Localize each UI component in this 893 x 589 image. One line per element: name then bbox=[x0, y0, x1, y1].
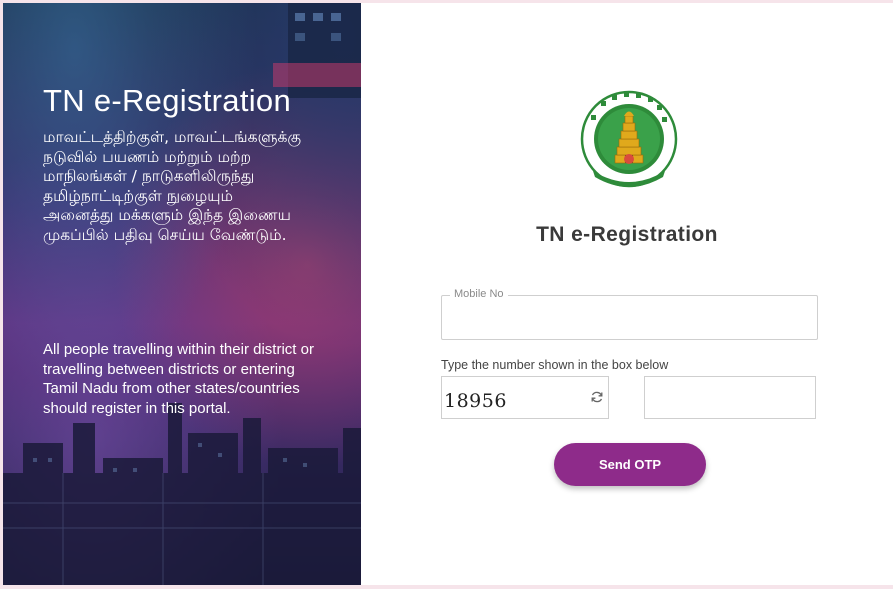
tamil-nadu-emblem-icon bbox=[580, 90, 678, 188]
refresh-icon[interactable] bbox=[590, 390, 604, 404]
form-title: TN e-Registration bbox=[536, 223, 718, 246]
hero-panel: TN e-Registration மாவட்டத்திற்குள், மாவட… bbox=[3, 3, 361, 585]
form-panel: TN e-Registration Mobile No Type the num… bbox=[361, 3, 893, 585]
hero-english-description: All people travelling within their distr… bbox=[43, 341, 314, 417]
send-otp-button[interactable]: Send OTP bbox=[554, 443, 706, 486]
captcha-box: 18956 bbox=[441, 376, 609, 419]
captcha-answer-input[interactable] bbox=[644, 376, 816, 419]
captcha-instruction: Type the number shown in the box below bbox=[441, 358, 669, 372]
hero-tamil-description: மாவட்டத்திற்குள், மாவட்டங்களுக்கு நடுவில… bbox=[43, 128, 302, 244]
captcha-number: 18956 bbox=[444, 390, 507, 412]
hero-title: TN e-Registration bbox=[43, 83, 292, 118]
mobile-number-input[interactable] bbox=[442, 296, 817, 339]
registration-card: TN e-Registration மாவட்டத்திற்குள், மாவட… bbox=[3, 3, 893, 585]
mobile-number-field: Mobile No bbox=[441, 288, 818, 340]
